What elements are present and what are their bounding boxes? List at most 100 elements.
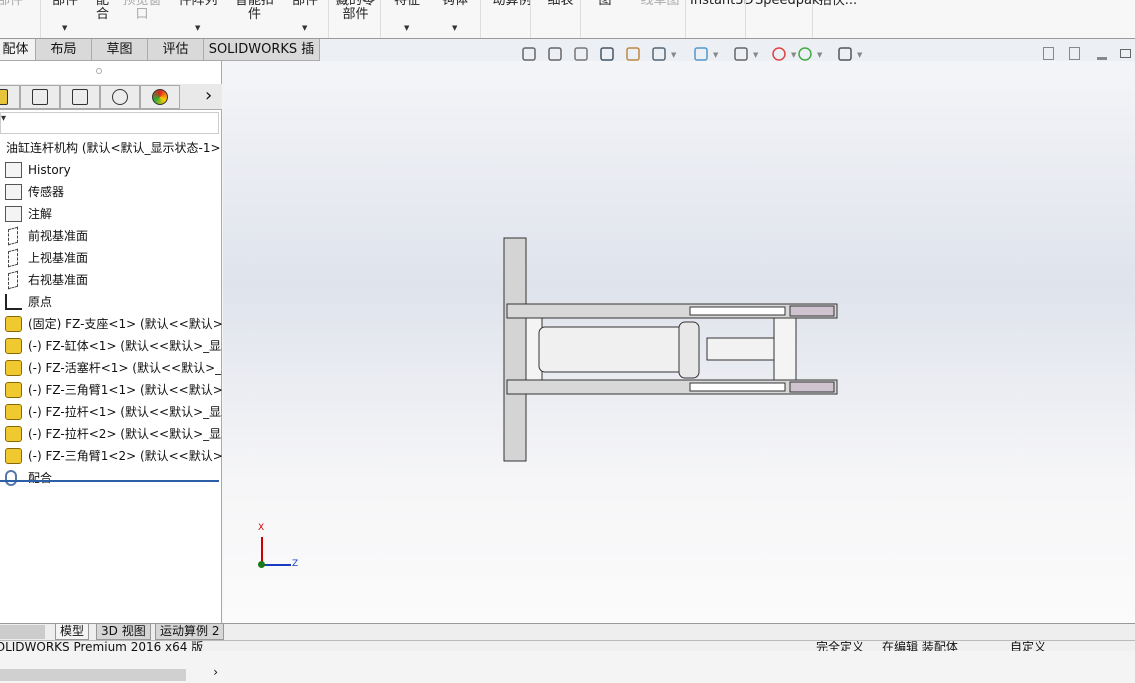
ribbon-button[interactable]: 部件 (45, 0, 85, 8)
part-icon (5, 316, 22, 332)
feature-manager-icon (0, 89, 8, 105)
tree-item[interactable]: 右视基准面 (0, 269, 222, 291)
tree-item-label: 前视基准面 (28, 229, 89, 243)
tree-item[interactable]: 注解 (0, 203, 222, 225)
graphics-area[interactable]: X Z (223, 61, 1135, 623)
ribbon-button[interactable]: 藏的零部件 (333, 0, 378, 22)
chevron-down-icon[interactable]: ▼ (302, 24, 307, 32)
plane-icon (8, 226, 18, 246)
ribbon-divider (812, 0, 813, 38)
rollback-bar[interactable] (0, 480, 219, 482)
tree-item[interactable]: History (0, 159, 222, 181)
panel-tab-0[interactable] (0, 85, 20, 109)
chevron-down-icon[interactable]: ▼ (857, 51, 862, 59)
ribbon-button[interactable]: 部件 (290, 0, 320, 8)
chevron-down-icon[interactable]: ▼ (753, 51, 758, 59)
horizontal-scrollbar[interactable]: › (0, 665, 222, 683)
z-axis-label: Z (292, 559, 299, 569)
filter-icon: ▾ (1, 113, 7, 124)
tab-1[interactable]: 布局 (35, 39, 92, 61)
tree-item-label: 上视基准面 (28, 251, 89, 265)
tab-scroll-buttons[interactable] (0, 625, 45, 639)
tree-item[interactable]: (-) FZ-缸体<1> (默认<<默认>_显示状态 1>) (0, 335, 222, 357)
panel-splitter-handle[interactable] (96, 68, 102, 74)
tree-item-label: 传感器 (28, 185, 65, 199)
mates-icon (5, 470, 17, 486)
ribbon-divider (380, 0, 381, 38)
ribbon-button[interactable]: 件阵列 (178, 0, 218, 8)
status-units[interactable]: 自定义 (1010, 641, 1046, 651)
panel-tab-2[interactable] (60, 85, 100, 109)
origin-icon (5, 294, 22, 310)
panel-tab-4[interactable] (140, 85, 180, 109)
restore-icon[interactable] (1120, 49, 1131, 58)
tree-item-label: (-) FZ-活塞杆<1> (默认<<默认>_显示状态 1>) (28, 361, 222, 375)
bottom-tab-0[interactable]: 模型 (55, 624, 90, 640)
chevron-down-icon[interactable]: ▼ (713, 51, 718, 59)
tree-item[interactable]: 上视基准面 (0, 247, 222, 269)
ribbon-button[interactable]: 线草图 (640, 0, 680, 8)
ribbon-button[interactable]: 特征 (392, 0, 422, 8)
ribbon-button[interactable]: 配合 (90, 0, 115, 22)
panel-tabs-scroll-right[interactable]: › (205, 85, 212, 106)
part-icon (5, 360, 22, 376)
piston-rod (706, 337, 778, 361)
sensor-folder-icon (5, 184, 22, 200)
x-axis-label: X (258, 523, 265, 533)
tree-item[interactable]: (-) FZ-三角臂1<2> (默认<<默认>_显示状态 1>) (0, 445, 222, 467)
ribbon-divider (685, 0, 686, 38)
chevron-down-icon[interactable]: ▼ (195, 24, 200, 32)
plane-icon (8, 270, 18, 290)
chevron-down-icon[interactable]: ▼ (452, 24, 457, 32)
chevron-down-icon[interactable]: ▼ (671, 51, 676, 59)
tab-0[interactable]: 配体 (0, 39, 36, 61)
chevron-down-icon[interactable]: ▼ (62, 24, 67, 32)
tree-item[interactable]: 前视基准面 (0, 225, 222, 247)
ribbon-button[interactable]: 预览窗口 (122, 0, 162, 22)
tree-item-label: History (28, 163, 71, 177)
bottom-tab-1[interactable]: 3D 视图 (96, 624, 151, 640)
tab-2[interactable]: 草图 (91, 39, 148, 61)
ribbon-button[interactable]: 钩体 (440, 0, 470, 8)
tile-right-icon[interactable] (1069, 47, 1080, 60)
annotation-folder-icon (5, 206, 22, 222)
tree-item-label: 注解 (28, 207, 53, 221)
ribbon-divider (328, 0, 329, 38)
tab-3[interactable]: 评估 (147, 39, 204, 61)
status-editing: 在编辑 装配体 (882, 640, 958, 651)
part-icon (5, 448, 22, 464)
tree-item[interactable]: 原点 (0, 291, 222, 313)
tree-item[interactable]: (-) FZ-拉杆<2> (默认<<默认>_显示状态 1>) (0, 423, 222, 445)
ribbon-button[interactable]: 图 (590, 0, 620, 8)
ribbon-button[interactable]: Speedpak (755, 0, 820, 8)
bottom-tab-2[interactable]: 运动算例 2 (155, 624, 225, 640)
configuration-manager-icon (72, 89, 88, 105)
cylinder-flange (678, 321, 700, 379)
panel-tab-1[interactable] (20, 85, 60, 109)
tree-filter[interactable]: ▾ (0, 112, 219, 134)
tree-item-label: (-) FZ-缸体<1> (默认<<默认>_显示状态 1>) (28, 339, 222, 353)
ribbon-button[interactable]: Instant3D (690, 0, 754, 8)
ribbon-button[interactable]: 拍快... (818, 0, 858, 8)
tile-left-icon[interactable] (1043, 47, 1054, 60)
tree-item[interactable]: 配合 (0, 467, 222, 489)
tree-root-assembly[interactable]: 油缸连杆机构 (默认<默认_显示状态-1> (0, 137, 222, 159)
tree-item[interactable]: (固定) FZ-支座<1> (默认<<默认>_显示状态 1>) (0, 313, 222, 335)
tree-item[interactable]: (-) FZ-三角臂1<1> (默认<<默认>_显示状态 1>) (0, 379, 222, 401)
tab-4[interactable]: SOLIDWORKS 插件 (203, 39, 320, 78)
ribbon-button[interactable]: 部件 (0, 0, 25, 8)
ribbon-divider (745, 0, 746, 38)
ribbon-button[interactable]: 细表 (543, 0, 578, 8)
tree-item[interactable]: 传感器 (0, 181, 222, 203)
part-icon (5, 338, 22, 354)
triangle-arm (773, 317, 797, 381)
minimize-icon[interactable] (1097, 57, 1107, 60)
tree-item[interactable]: (-) FZ-活塞杆<1> (默认<<默认>_显示状态 1>) (0, 357, 222, 379)
ribbon-button[interactable]: 智能扣件 (232, 0, 277, 22)
tree-item[interactable]: (-) FZ-拉杆<1> (默认<<默认>_显示状态 1>) (0, 401, 222, 423)
panel-tab-3[interactable] (100, 85, 140, 109)
history-folder-icon (5, 162, 22, 178)
chevron-down-icon[interactable]: ▼ (817, 51, 822, 59)
chevron-down-icon[interactable]: ▼ (404, 24, 409, 32)
panel-tabs: › (0, 84, 222, 110)
